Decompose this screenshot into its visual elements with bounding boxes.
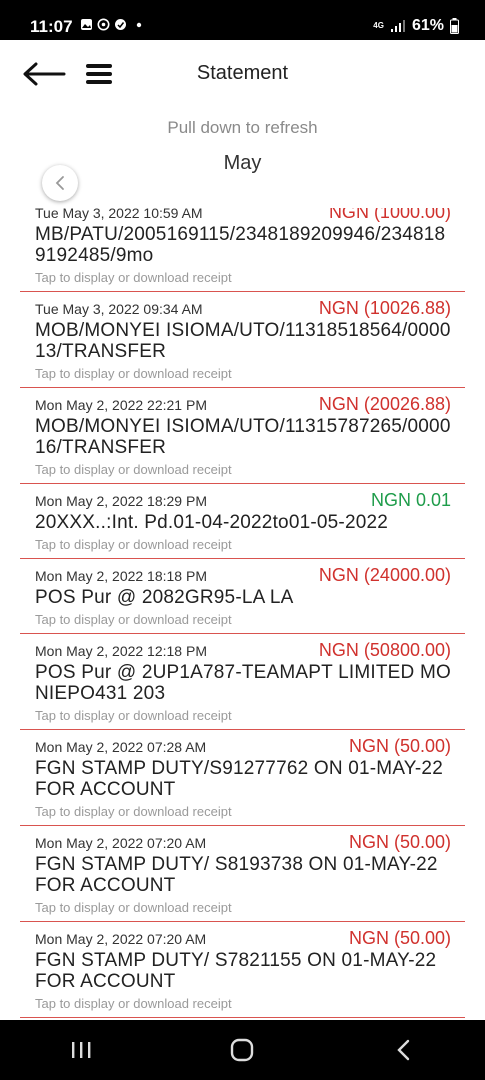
transaction-date: Mon May 2, 2022 12:18 PM (35, 643, 207, 659)
page-title: Statement (196, 62, 289, 84)
receipt-hint: Tap to display or download receipt (35, 537, 232, 552)
gallery-icon (81, 19, 92, 30)
transaction-description: MOB/MONYEI ISIOMA/UTO/11318518564/000013… (35, 320, 451, 362)
transaction-description: POS Pur @ 2082GR95-LA LA (35, 587, 294, 608)
transaction-amount: NGN (10026.88) (318, 298, 451, 318)
transaction-date: Mon May 2, 2022 07:28 AM (35, 739, 207, 755)
transaction-date: Mon May 2, 2022 07:20 AM (35, 931, 207, 947)
receipt-hint: Tap to display or download receipt (35, 900, 232, 915)
transaction-row[interactable]: Mon May 2, 2022 07:20 AM NGN (50.00) FGN S… (20, 826, 465, 922)
transaction-row[interactable]: Mon May 2, 2022 07:28 AM NGN (50.00) FGN S… (20, 730, 465, 826)
transaction-date: Mon May 2, 2022 07:20 AM (35, 835, 207, 851)
transaction-description: MB/PATU/2005169115/2348189209946/2348189… (35, 224, 446, 266)
transaction-list[interactable]: Tue May 3, 2022 10:59 AM NGN (1000.00) MB/… (0, 208, 485, 1020)
app-notification-icon (115, 19, 126, 30)
transaction-description: MOB/MONYEI ISIOMA/UTO/11315787265/000016… (35, 416, 451, 458)
nav-back-icon (397, 1039, 410, 1061)
transaction-amount: NGN (20026.88) (318, 394, 451, 414)
transaction-description: POS Pur @ 2UP1A787-TEAMAPT LIMITED MONIE… (35, 662, 451, 704)
notification-icons (80, 18, 144, 31)
recents-icon (71, 1042, 91, 1058)
transaction-description: FGN STAMP DUTY/ S8193738 ON 01-MAY-22 FO… (35, 854, 438, 896)
receipt-hint: Tap to display or download receipt (35, 462, 232, 477)
receipt-hint: Tap to display or download receipt (35, 366, 232, 381)
receipt-hint: Tap to display or download receipt (35, 612, 232, 627)
transaction-row[interactable]: Mon May 2, 2022 22:21 PM NGN (20026.88) MO… (20, 388, 465, 484)
transaction-amount: NGN (50.00) (348, 736, 451, 756)
status-bar: 11:07 4G 61% (0, 0, 485, 40)
nav-back-button[interactable] (384, 1030, 424, 1070)
transaction-amount: NGN (50.00) (348, 928, 451, 948)
receipt-hint: Tap to display or download receipt (35, 708, 232, 723)
system-nav-bar (0, 1020, 485, 1080)
transaction-date: Tue May 3, 2022 09:34 AM (35, 301, 203, 317)
transaction-row[interactable]: Mon May 2, 2022 12:18 PM NGN (50800.00) PO… (20, 634, 465, 730)
pull-to-refresh-hint: Pull down to refresh (167, 118, 318, 137)
transaction-amount: NGN (24000.00) (318, 565, 451, 585)
transaction-row[interactable]: Mon May 2, 2022 07:20 AM NGN (50.00) FGN S… (20, 922, 465, 1018)
transaction-row[interactable]: Mon May 2, 2022 18:18 PM NGN (24000.00) PO… (20, 559, 465, 634)
receipt-hint: Tap to display or download receipt (35, 804, 232, 819)
transaction-amount: NGN 0.01 (370, 490, 451, 510)
receipt-hint: Tap to display or download receipt (35, 270, 232, 285)
previous-month-button[interactable] (42, 165, 78, 201)
transaction-amount: NGN (50.00) (348, 832, 451, 852)
signal-icon (390, 20, 405, 32)
transaction-date: Mon May 2, 2022 22:21 PM (35, 397, 207, 413)
transaction-date: Mon May 2, 2022 18:29 PM (35, 493, 207, 509)
transaction-amount: NGN (1000.00) (328, 208, 451, 222)
transaction-row[interactable]: Tue May 3, 2022 09:34 AM NGN (10026.88) MO… (20, 292, 465, 388)
network-type: 4G (373, 21, 384, 30)
battery-percent: 61% (411, 17, 444, 34)
app-bar: Statement (0, 40, 485, 108)
transaction-description: 20XXX..:Int. Pd.01-04-2022to01-05-2022 (35, 512, 389, 533)
dot-icon (136, 22, 142, 28)
receipt-hint: Tap to display or download receipt (35, 996, 232, 1011)
whatsapp-icon (97, 18, 110, 31)
transaction-description: FGN STAMP DUTY/ S7821155 ON 01-MAY-22 FO… (35, 950, 437, 992)
recents-button[interactable] (61, 1030, 101, 1070)
status-time: 11:07 (30, 17, 73, 36)
home-button[interactable] (222, 1030, 262, 1070)
status-right: 4G 61% (373, 17, 459, 35)
battery-icon (450, 18, 459, 34)
transaction-date: Mon May 2, 2022 18:18 PM (35, 568, 207, 584)
transaction-description: FGN STAMP DUTY/S91277762 ON 01-MAY-22 FO… (35, 758, 443, 800)
home-icon (231, 1038, 254, 1062)
transaction-row[interactable]: Mon May 2, 2022 18:29 PM NGN 0.01 20XXX..:… (20, 484, 465, 559)
chevron-left-icon (55, 176, 64, 190)
transaction-date: Tue May 3, 2022 10:59 AM (35, 208, 203, 221)
transaction-amount: NGN (50800.00) (318, 640, 451, 660)
transaction-row[interactable]: Tue May 3, 2022 10:59 AM NGN (1000.00) MB/… (20, 208, 465, 292)
